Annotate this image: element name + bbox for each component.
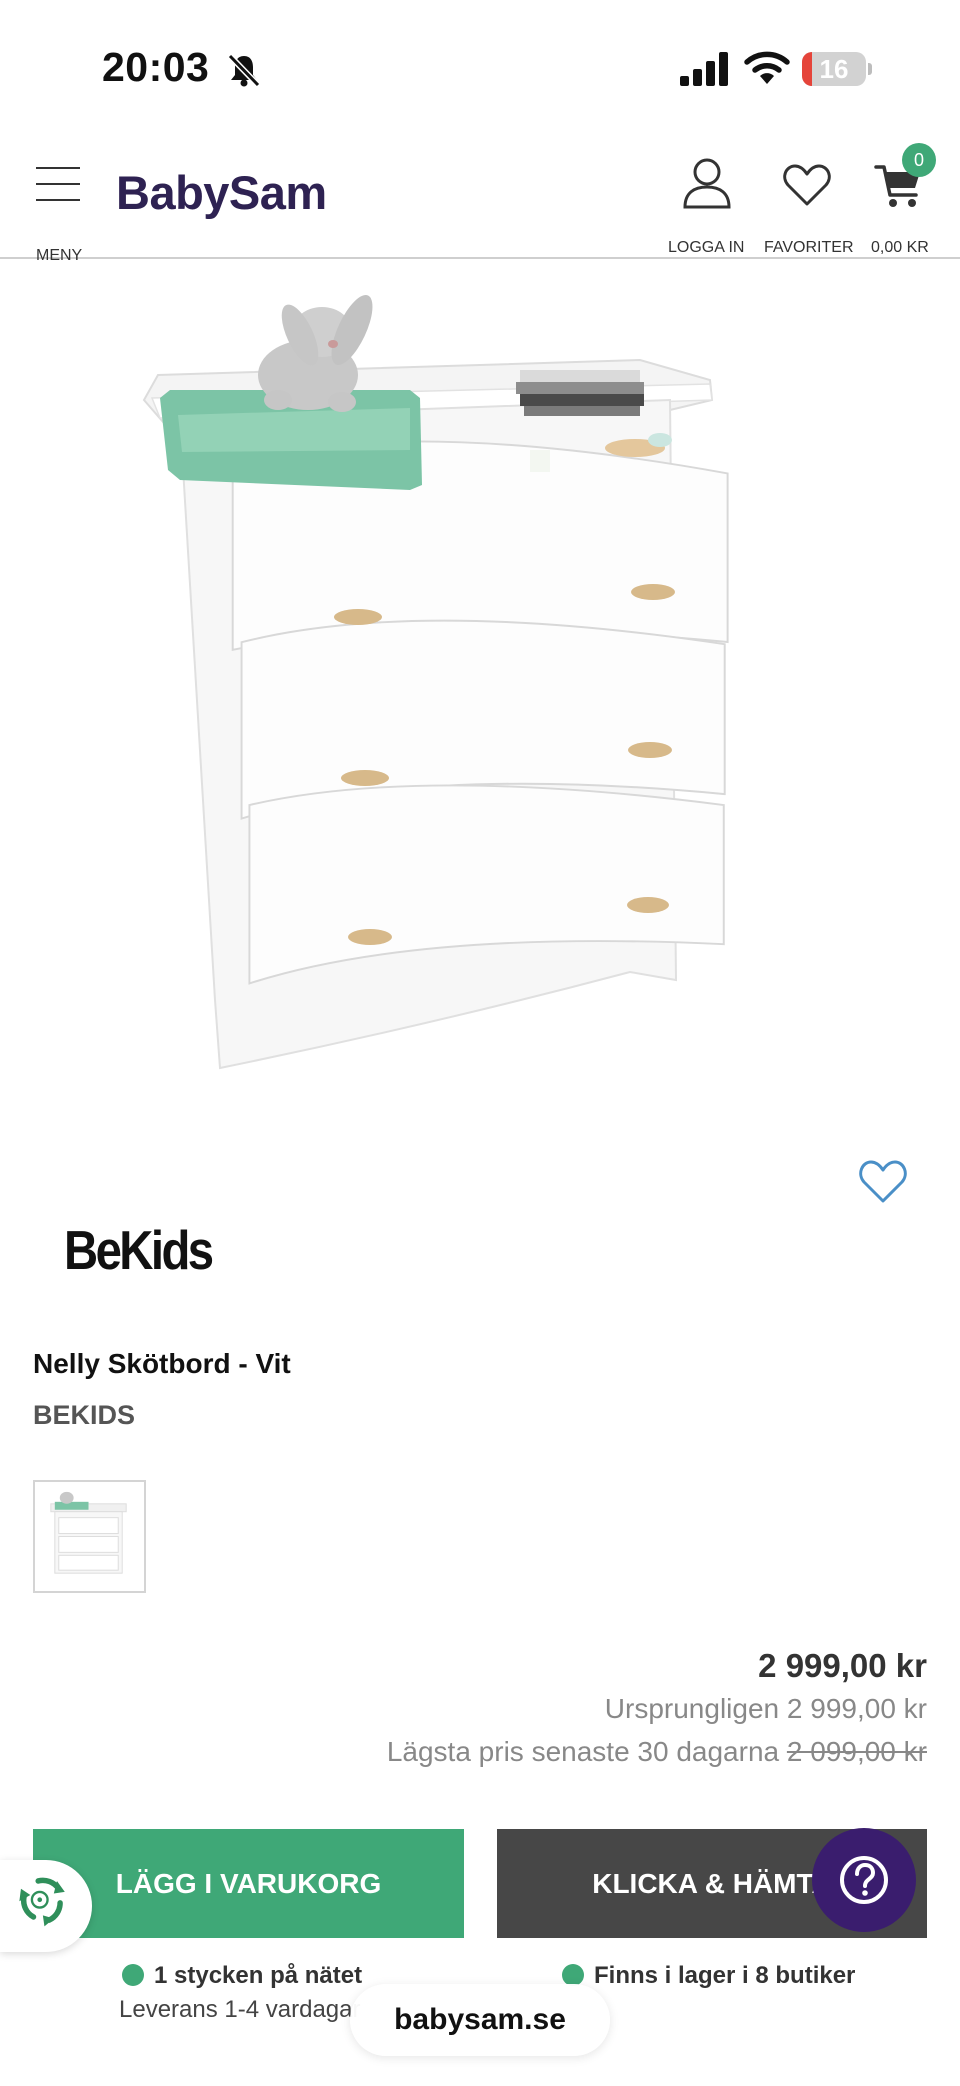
stock-online-text: 1 stycken på nätet <box>154 1962 363 1989</box>
user-icon <box>683 158 731 209</box>
browser-url-bar[interactable]: babysam.se <box>350 1984 610 2056</box>
price-current: 2 999,00 kr <box>758 1647 927 1684</box>
stock-stores-text: Finns i lager i 8 butiker <box>594 1962 856 1989</box>
price-block: 2 999,00 kr Ursprungligen 2 999,00 kr Lä… <box>387 1646 927 1774</box>
delivery-info: Leverans 1-4 vardagar <box>119 1996 361 2023</box>
bell-slash-icon <box>227 53 261 88</box>
brand-logo: BeKids <box>64 1219 214 1281</box>
recycle-widget[interactable] <box>0 1860 92 1952</box>
price-lowest: Lägsta pris senaste 30 dagarna 2 099,00 … <box>387 1730 927 1774</box>
question-icon <box>840 1856 888 1904</box>
favorites-label: FAVORITER <box>764 239 854 256</box>
click-collect-label: KLICKA & HÄMTA <box>592 1867 832 1899</box>
product-title: Nelly Skötbord - Vit <box>33 1348 291 1379</box>
status-bar: 20:03 16 <box>0 0 960 135</box>
stock-stores[interactable]: Finns i lager i 8 butiker <box>562 1962 855 1990</box>
heart-icon <box>783 164 831 206</box>
product-brand[interactable]: BEKIDS <box>33 1400 135 1431</box>
price-lowest-label: Lägsta pris senaste 30 dagarna <box>386 1736 780 1767</box>
site-header: MENY BabySam LOGGA IN FAVORITER 0,00 KR <box>0 135 960 264</box>
battery-level: 16 <box>819 54 849 84</box>
menu-button[interactable]: MENY <box>30 163 88 264</box>
wifi-icon <box>744 51 790 84</box>
stock-dot-stores <box>562 1964 584 1986</box>
status-time: 20:03 <box>102 44 210 90</box>
login-label: LOGGA IN <box>668 239 745 256</box>
price-original: Ursprungligen 2 999,00 kr <box>604 1693 927 1724</box>
add-to-cart-button[interactable]: LÄGG I VARUKORG <box>33 1829 464 1938</box>
stock-online: 1 stycken på nätet <box>122 1962 362 1990</box>
menu-label: MENY <box>36 247 83 264</box>
cart-total: 0,00 KR <box>871 239 929 256</box>
wishlist-heart-icon[interactable] <box>858 1158 908 1204</box>
signal-icon <box>680 52 728 86</box>
stock-dot-online <box>122 1964 144 1986</box>
site-logo[interactable]: BabySam <box>116 165 327 220</box>
recycle-icon <box>19 1877 65 1927</box>
battery-indicator: 16 <box>802 52 872 86</box>
product-image[interactable] <box>130 280 810 1080</box>
login-button[interactable]: LOGGA IN <box>664 155 748 256</box>
help-button[interactable] <box>812 1828 916 1932</box>
price-lowest-value: 2 099,00 kr <box>786 1736 927 1767</box>
product-thumbnail[interactable] <box>33 1480 146 1593</box>
hamburger-icon <box>36 165 80 201</box>
cart-count-badge: 0 <box>902 143 936 177</box>
